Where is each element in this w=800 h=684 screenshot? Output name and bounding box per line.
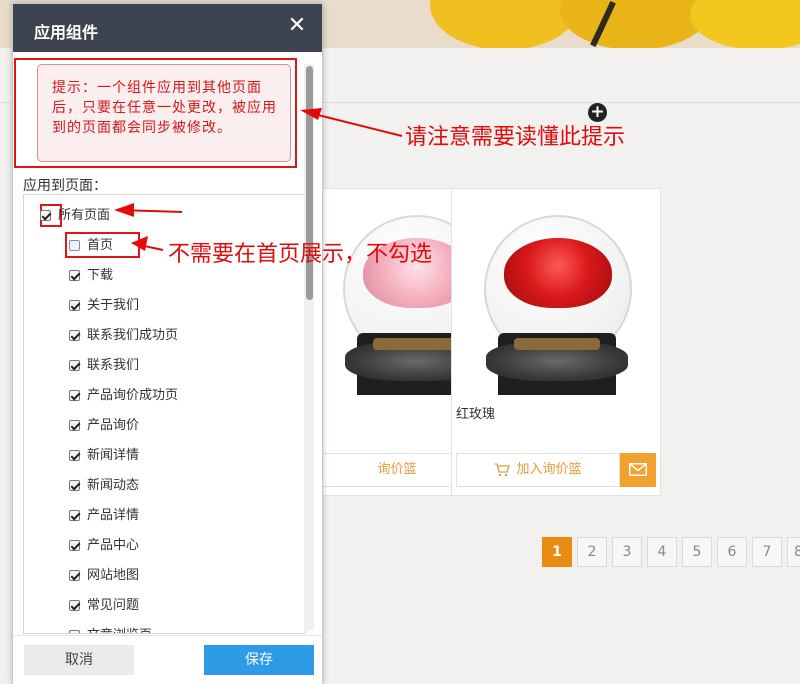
page-checkbox-label: 关于我们 — [87, 298, 140, 313]
checkbox-checked[interactable] — [69, 630, 80, 633]
page-checkbox-label: 产品询价 — [87, 418, 140, 433]
page-checkbox-label: 所有页面 — [58, 208, 111, 223]
checkbox-checked[interactable] — [69, 390, 80, 401]
page-checkbox-label: 首页 — [87, 238, 114, 253]
page-button-6[interactable]: 6 — [717, 537, 747, 567]
page-button-4[interactable]: 4 — [647, 537, 677, 567]
annotation-hint-note: 请注意需要读懂此提示 — [405, 125, 626, 150]
checkbox-checked[interactable] — [69, 480, 80, 491]
page-checkbox-label: 网站地图 — [87, 568, 140, 583]
checkbox-unchecked[interactable] — [69, 240, 80, 251]
page-checkbox-label: 产品中心 — [87, 538, 140, 553]
page-checkbox-label: 产品详情 — [87, 508, 140, 523]
page-button-8[interactable]: 8 — [787, 537, 800, 567]
product-image — [456, 193, 656, 395]
mail-icon — [629, 463, 647, 476]
checkbox-checked[interactable] — [69, 570, 80, 581]
page-checkbox-label: 联系我们成功页 — [87, 328, 179, 343]
dialog-body: 提示：一个组件应用到其他页面后，只要在任意一处更改，被应用到的页面都会同步被修改… — [13, 52, 322, 635]
page-checkbox-label: 下载 — [87, 268, 114, 283]
page-button-2[interactable]: 2 — [577, 537, 607, 567]
inquiry-label: 询价篮 — [377, 462, 417, 477]
dialog-header: 应用组件 ✕ — [13, 4, 322, 52]
cart-icon — [494, 462, 511, 476]
product-card[interactable]: 红玫瑰 加入询价篮 — [451, 188, 661, 496]
page-button-7[interactable]: 7 — [752, 537, 782, 567]
inquiry-label: 加入询价篮 — [516, 462, 582, 477]
checkbox-checked[interactable] — [69, 300, 80, 311]
checkbox-checked[interactable] — [69, 450, 80, 461]
apply-component-dialog: 应用组件 ✕ 提示：一个组件应用到其他页面后，只要在任意一处更改，被应用到的页面… — [12, 3, 323, 684]
checkbox-checked[interactable] — [69, 420, 80, 431]
checkbox-checked[interactable] — [69, 330, 80, 341]
dialog-title: 应用组件 — [34, 23, 99, 42]
checkbox-checked[interactable] — [40, 210, 51, 221]
checkbox-checked[interactable] — [69, 600, 80, 611]
section-title-fragment — [2, 140, 10, 162]
page-button-1[interactable]: 1 — [542, 537, 572, 567]
product-name[interactable]: 红玫瑰 — [456, 403, 495, 422]
page-button-5[interactable]: 5 — [682, 537, 712, 567]
checkbox-checked[interactable] — [69, 360, 80, 371]
checkbox-checked[interactable] — [69, 270, 80, 281]
page-checkbox-label: 新闻详情 — [87, 448, 140, 463]
checkbox-checked[interactable] — [69, 540, 80, 551]
checkbox-checked[interactable] — [69, 510, 80, 521]
save-button[interactable]: 保存 — [204, 645, 314, 675]
page-checkbox-label: 常见问题 — [87, 598, 140, 613]
hint-box: 提示：一个组件应用到其他页面后，只要在任意一处更改，被应用到的页面都会同步被修改… — [37, 64, 291, 162]
cancel-button[interactable]: 取消 — [24, 645, 134, 675]
page-checkbox-label: 联系我们 — [87, 358, 140, 373]
page-checkbox-label: 产品询价成功页 — [87, 388, 179, 403]
page-button-3[interactable]: 3 — [612, 537, 642, 567]
annotation-home-note: 不需要在首页展示，不勾选 — [168, 242, 433, 267]
page-checkbox-label: 文章浏览页 — [87, 626, 152, 633]
page-checkbox-label: 新闻动态 — [87, 478, 140, 493]
mail-button[interactable] — [620, 453, 656, 487]
hint-text: 提示：一个组件应用到其他页面后，只要在任意一处更改，被应用到的页面都会同步被修改… — [52, 80, 277, 136]
close-icon[interactable]: ✕ — [287, 15, 307, 37]
dialog-footer: 取消 保存 — [13, 635, 322, 684]
add-to-inquiry-button[interactable]: 加入询价篮 — [456, 453, 620, 487]
apply-to-pages-label: 应用到页面： — [23, 178, 107, 194]
